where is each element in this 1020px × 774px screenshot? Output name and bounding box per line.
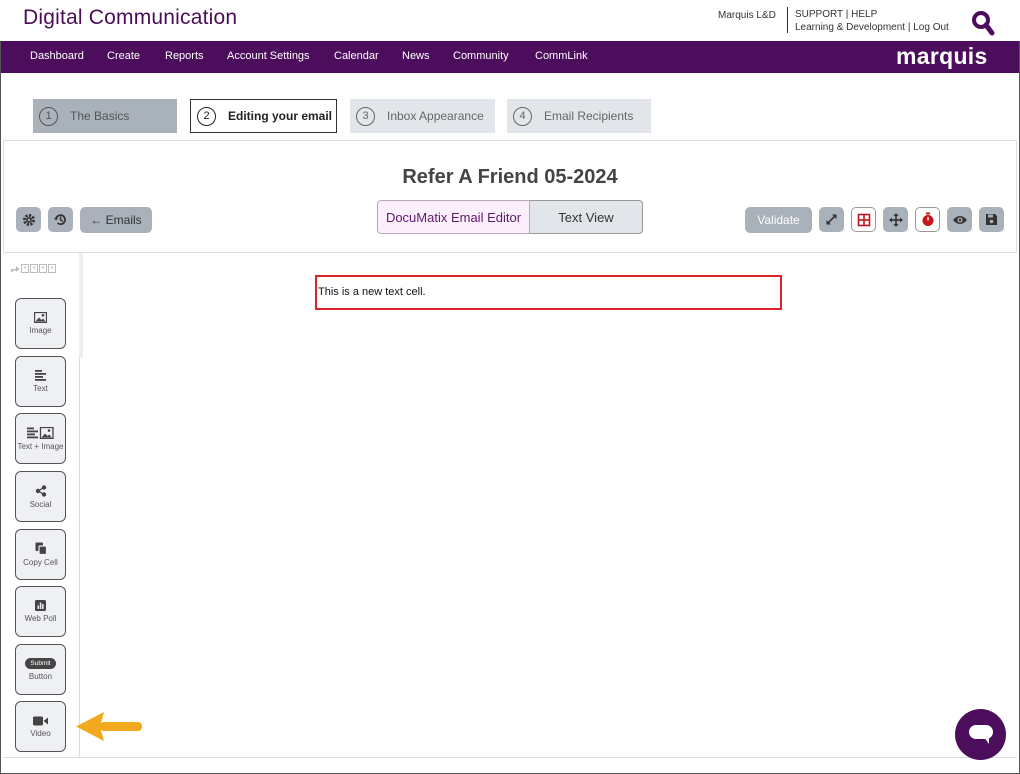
gear-icon	[22, 213, 35, 226]
image-icon	[34, 312, 47, 323]
step-inbox-appearance[interactable]: 3 Inbox Appearance	[350, 99, 495, 133]
step-the-basics[interactable]: 1 The Basics	[33, 99, 177, 133]
nav-reports[interactable]: Reports	[165, 50, 204, 62]
expand-icon	[826, 214, 837, 225]
editor-toolbar-panel	[3, 140, 1017, 253]
tool-label: Web Poll	[24, 614, 57, 623]
tool-label: Text + Image	[17, 441, 64, 451]
nav-news[interactable]: News	[402, 50, 430, 62]
video-camera-icon	[33, 716, 48, 725]
back-to-emails-button[interactable]: ← Emails	[80, 207, 152, 233]
toolbox-header: × × × ×	[10, 263, 56, 273]
chat-button[interactable]	[955, 709, 1006, 760]
mini-box-icon[interactable]: ×	[30, 263, 38, 273]
floppy-disk-icon	[986, 214, 997, 225]
tool-label: Social	[29, 499, 52, 509]
submit-button-icon: Submit	[25, 658, 56, 669]
tool-web-poll[interactable]: Web Poll	[15, 586, 66, 637]
nav-dashboard[interactable]: Dashboard	[30, 50, 84, 62]
table-grid-icon	[857, 213, 870, 226]
settings-button[interactable]	[16, 207, 41, 232]
tool-image[interactable]: Image	[15, 298, 66, 349]
text-image-icon	[27, 426, 54, 439]
history-icon	[54, 214, 66, 226]
step-number: 2	[197, 106, 216, 126]
text-lines-icon	[34, 370, 46, 381]
tool-social[interactable]: Social	[15, 471, 66, 522]
step-editing-your-email[interactable]: 2 Editing your email	[190, 99, 337, 133]
documatix-editor-tab[interactable]: DocuMatix Email Editor	[377, 200, 530, 234]
user-name: Marquis L&D	[718, 10, 776, 21]
step-number: 3	[356, 106, 375, 126]
text-view-tab[interactable]: Text View	[530, 200, 643, 234]
header-links: SUPPORT | HELP Learning & Development | …	[795, 8, 949, 34]
expand-button[interactable]	[819, 207, 844, 232]
step-label: Inbox Appearance	[387, 109, 484, 123]
tool-label: Video	[30, 728, 51, 738]
redo-arrow-icon[interactable]	[10, 264, 20, 273]
move-button[interactable]	[883, 207, 908, 232]
tool-button[interactable]: Submit Button	[15, 644, 66, 695]
help-link[interactable]: HELP	[851, 9, 877, 20]
history-button[interactable]	[48, 207, 73, 232]
search-icon[interactable]	[971, 10, 995, 36]
grid-toggle-button[interactable]	[851, 207, 876, 232]
chat-bubble-icon	[968, 724, 993, 744]
email-text-cell[interactable]: This is a new text cell.	[315, 275, 782, 310]
step-number: 1	[39, 106, 58, 126]
canvas-bottom-border	[3, 757, 1017, 758]
share-icon	[35, 484, 46, 497]
nav-create[interactable]: Create	[107, 50, 140, 62]
tool-video[interactable]: Video	[15, 701, 66, 752]
mini-box-icon[interactable]: ×	[39, 263, 47, 273]
logout-link[interactable]: Log Out	[913, 22, 949, 33]
mini-box-icon[interactable]: ×	[48, 263, 56, 273]
main-nav: Dashboard Create Reports Account Setting…	[1, 41, 1019, 73]
stopwatch-icon	[922, 212, 933, 226]
tool-label: Copy Cell	[23, 558, 58, 567]
header-divider	[787, 7, 788, 33]
save-button[interactable]	[979, 207, 1004, 232]
mini-box-icon[interactable]: ×	[21, 263, 29, 273]
nav-community[interactable]: Community	[453, 50, 509, 62]
step-label: The Basics	[70, 109, 130, 123]
tool-label: Text	[33, 384, 48, 393]
move-arrows-icon	[888, 212, 903, 227]
toolbox-scrollbar[interactable]	[79, 253, 83, 358]
nav-commlink[interactable]: CommLink	[535, 50, 588, 62]
support-link[interactable]: SUPPORT	[795, 9, 843, 20]
tool-text[interactable]: Text	[15, 356, 66, 407]
tool-label: Image	[29, 326, 52, 335]
nav-account-settings[interactable]: Account Settings	[227, 50, 310, 62]
poll-chart-icon	[35, 600, 46, 611]
copy-icon	[35, 542, 47, 555]
separator: |	[845, 9, 849, 20]
validate-button[interactable]: Validate	[745, 207, 812, 233]
email-title: Refer A Friend 05-2024	[402, 166, 618, 188]
tool-text-image[interactable]: Text + Image	[15, 413, 66, 464]
tool-label: Button	[28, 672, 53, 681]
step-email-recipients[interactable]: 4 Email Recipients	[507, 99, 651, 133]
app-title: Digital Communication	[23, 6, 238, 29]
org-name: Learning & Development	[795, 22, 906, 33]
timer-button[interactable]	[915, 207, 940, 232]
step-number: 4	[513, 106, 532, 126]
header: Digital Communication Marquis L&D SUPPOR…	[0, 0, 1020, 41]
preview-button[interactable]	[947, 207, 972, 232]
tool-copy-cell[interactable]: Copy Cell	[15, 529, 66, 580]
step-label: Email Recipients	[544, 109, 634, 123]
annotation-arrow-icon	[74, 710, 146, 749]
separator: |	[907, 22, 911, 33]
brand-logo: marquis	[896, 43, 988, 69]
nav-calendar[interactable]: Calendar	[334, 50, 379, 62]
step-label: Editing your email	[228, 109, 333, 123]
eye-icon	[952, 215, 967, 224]
